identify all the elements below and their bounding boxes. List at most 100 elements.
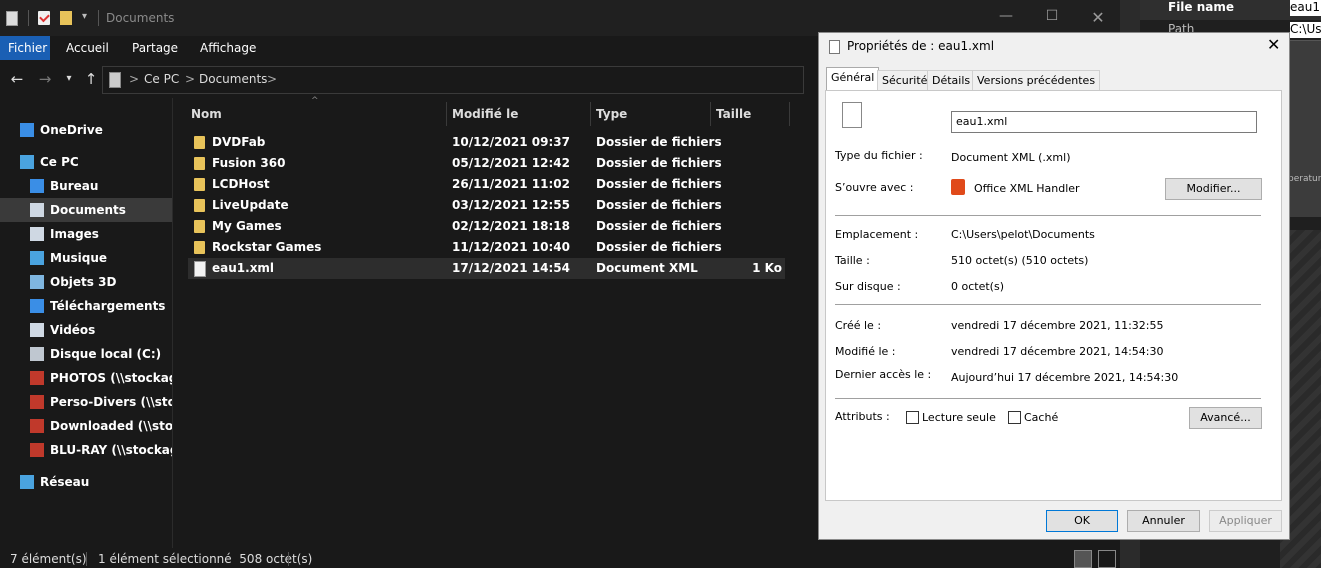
sidebar-item[interactable]: PHOTOS (\\stockage) ( [0, 366, 172, 390]
filename-input[interactable]: eau1.xml [951, 111, 1257, 133]
sidebar-item-label: Bureau [50, 179, 99, 193]
status-count: 7 élément(s) [10, 552, 87, 566]
new-folder-icon[interactable] [60, 11, 72, 25]
bg-value-path: C:\Use [1290, 22, 1321, 38]
checkmark-doc-icon[interactable] [38, 11, 50, 25]
cube-icon [30, 275, 44, 289]
bg-value-filename: eau1 [1290, 0, 1321, 16]
type-value: Document XML (.xml) [951, 151, 1071, 164]
close-icon[interactable]: ✕ [1086, 8, 1110, 30]
sidebar-item[interactable]: Bureau [0, 174, 172, 198]
size-label: Taille : [835, 254, 870, 267]
sidebar-item-label: Images [50, 227, 99, 241]
table-row[interactable]: eau1.xml 17/12/2021 14:54 Document XML 1 Ko [188, 258, 785, 279]
bg-label-filename: File name [1168, 0, 1235, 14]
breadcrumb-separator-icon[interactable]: > [267, 72, 277, 86]
sidebar-item[interactable]: BLU-RAY (\\stockage) ( [0, 438, 172, 462]
tab-versions[interactable]: Versions précédentes [972, 70, 1101, 91]
modify-button[interactable]: Modifier... [1165, 178, 1262, 200]
table-row[interactable]: Rockstar Games 11/12/2021 10:40 Dossier de… [188, 237, 785, 258]
tab-securite[interactable]: Sécurité [877, 70, 933, 91]
address-bar[interactable]: > Ce PC > Documents > [102, 66, 804, 94]
tab-affichage[interactable]: Affichage [192, 36, 264, 60]
type-label: Type du fichier : [835, 149, 923, 162]
sidebar-item-label: Downloaded (\\stockag [50, 419, 172, 433]
file-modified: 26/11/2021 11:02 [452, 177, 570, 191]
folder-location-icon [109, 72, 121, 88]
sidebar-item[interactable]: Téléchargements [0, 294, 172, 318]
readonly-checkbox[interactable] [906, 411, 919, 424]
up-arrow-icon[interactable]: ↑ [80, 68, 102, 90]
recent-chevron-icon[interactable]: ▾ [58, 68, 80, 90]
dialog-close-icon[interactable]: ✕ [1267, 35, 1280, 54]
file-name: LCDHost [212, 177, 270, 191]
breadcrumb-documents[interactable]: Documents [199, 72, 267, 86]
sidebar-item[interactable]: OneDrive [0, 118, 172, 142]
column-header-type[interactable]: Type [596, 104, 627, 124]
cancel-button[interactable]: Annuler [1127, 510, 1200, 532]
sidebar-item[interactable]: Objets 3D [0, 270, 172, 294]
tab-details[interactable]: Détails [927, 70, 976, 91]
table-row[interactable]: LiveUpdate 03/12/2021 12:55 Dossier de fic… [188, 195, 785, 216]
desktop-icon [30, 179, 44, 193]
images-icon [30, 227, 44, 241]
sidebar-divider[interactable] [172, 98, 173, 548]
table-row[interactable]: My Games 02/12/2021 18:18 Dossier de fichi… [188, 216, 785, 237]
table-row[interactable]: Fusion 360 05/12/2021 12:42 Dossier de fic… [188, 153, 785, 174]
breadcrumb-ce-pc[interactable]: Ce PC [144, 72, 179, 86]
minimize-icon[interactable]: — [994, 8, 1018, 30]
folder-icon [194, 199, 205, 212]
xml-file-icon [842, 102, 862, 128]
chevron-down-icon[interactable]: ▾ [82, 11, 87, 22]
tab-partage[interactable]: Partage [124, 36, 186, 60]
maximize-icon[interactable]: ☐ [1040, 8, 1064, 30]
apply-button[interactable]: Appliquer [1209, 510, 1282, 532]
sidebar-item-label: Téléchargements [50, 299, 166, 313]
sidebar-item[interactable]: Downloaded (\\stockag [0, 414, 172, 438]
tab-fichier[interactable]: Fichier [0, 36, 50, 60]
folder-icon [194, 241, 205, 254]
column-header-size[interactable]: Taille [716, 104, 751, 124]
file-name: LiveUpdate [212, 198, 289, 212]
back-arrow-icon[interactable]: ← [6, 68, 28, 90]
video-icon [30, 323, 44, 337]
documents-icon [30, 203, 44, 217]
sidebar-item[interactable]: Disque local (C:) [0, 342, 172, 366]
file-modified: 10/12/2021 09:37 [452, 135, 570, 149]
sidebar-item[interactable]: Perso-Divers (\\stockag [0, 390, 172, 414]
open-with-value: Office XML Handler [974, 182, 1080, 195]
disk-size-label: Sur disque : [835, 280, 901, 293]
file-name: My Games [212, 219, 282, 233]
file-name: DVDFab [212, 135, 266, 149]
details-view-icon[interactable] [1074, 550, 1092, 568]
column-header-name[interactable]: Nom [191, 104, 222, 124]
sidebar-item[interactable]: Réseau [0, 470, 172, 494]
large-icons-view-icon[interactable] [1098, 550, 1116, 568]
advanced-button[interactable]: Avancé... [1189, 407, 1262, 429]
breadcrumb-separator-icon[interactable]: > [129, 72, 139, 86]
sidebar-item[interactable]: Vidéos [0, 318, 172, 342]
breadcrumb-separator-icon[interactable]: > [185, 72, 195, 86]
network-drive-icon [30, 419, 44, 433]
sidebar-item[interactable]: Documents [0, 198, 172, 222]
sidebar-item[interactable]: Ce PC [0, 150, 172, 174]
tab-general[interactable]: Général [826, 67, 880, 92]
network-drive-icon [30, 443, 44, 457]
modified-label: Modifié le : [835, 345, 896, 358]
drive-icon [30, 347, 44, 361]
properties-icon[interactable] [6, 11, 18, 26]
ok-button[interactable]: OK [1046, 510, 1118, 532]
table-row[interactable]: DVDFab 10/12/2021 09:37 Dossier de fichier… [188, 132, 785, 153]
sidebar-item[interactable]: Images [0, 222, 172, 246]
size-value: 510 octet(s) (510 octets) [951, 254, 1089, 267]
created-value: vendredi 17 décembre 2021, 11:32:55 [951, 319, 1164, 332]
folder-icon [194, 178, 205, 191]
hidden-checkbox[interactable] [1008, 411, 1021, 424]
status-bar: 7 élément(s) 1 élément sélectionné 508 o… [0, 548, 1120, 568]
sidebar-item[interactable]: Musique [0, 246, 172, 270]
tab-accueil[interactable]: Accueil [58, 36, 117, 60]
column-header-modified[interactable]: Modifié le [452, 104, 518, 124]
table-row[interactable]: LCDHost 26/11/2021 11:02 Dossier de fichie… [188, 174, 785, 195]
forward-arrow-icon[interactable]: → [34, 68, 56, 90]
network-drive-icon [30, 371, 44, 385]
